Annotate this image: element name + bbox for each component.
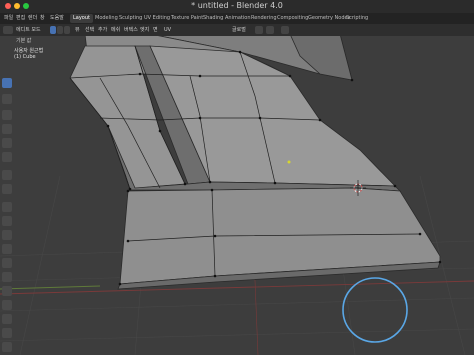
face-select-icon[interactable] [64,26,70,34]
transform-orientation-dropdown[interactable]: 글로벌 [232,24,246,36]
transform-tool-icon[interactable] [2,152,12,162]
mode-selector[interactable]: 에디트 모드 [16,24,41,36]
menu-mesh[interactable]: 메쉬 [111,24,120,36]
viewport-header: 에디트 모드 뷰 선택 추가 메쉬 버텍스 엣지 면 UV 글로벌 [0,24,474,36]
circle-select-brush [342,277,408,343]
proportional-editing-icon[interactable] [281,26,289,34]
tab-scripting[interactable]: Scripting [343,14,371,23]
menu-view[interactable]: 뷰 [75,24,80,36]
menu-face[interactable]: 면 [153,24,158,36]
menu-uv[interactable]: UV [164,24,171,36]
snap-icon[interactable] [266,26,274,34]
poly-build-tool-icon[interactable] [2,272,12,282]
spin-tool-icon[interactable] [2,286,12,296]
window-titlebar: * untitled - Blender 4.0 [0,0,474,14]
vertex-select-icon[interactable] [50,26,56,34]
window-title: * untitled - Blender 4.0 [191,1,283,10]
select-box-tool-icon[interactable] [2,78,12,88]
cursor-tool-icon[interactable] [2,94,12,104]
rotate-tool-icon[interactable] [2,124,12,134]
object-name-label: (1) Cube [14,54,36,60]
scale-tool-icon[interactable] [2,138,12,148]
measure-tool-icon[interactable] [2,184,12,194]
loop-cut-tool-icon[interactable] [2,244,12,254]
menu-render[interactable]: 렌더 [28,13,37,24]
menu-edge[interactable]: 엣지 [140,24,149,36]
knife-tool-icon[interactable] [2,258,12,268]
menu-vertex[interactable]: 버텍스 [124,24,138,36]
3d-viewport[interactable] [0,36,474,355]
edge-select-icon[interactable] [57,26,63,34]
menu-select[interactable]: 선택 [85,24,94,36]
object-origin-icon [287,160,291,164]
shrink-fatten-tool-icon[interactable] [2,328,12,338]
tab-layout[interactable]: Layout [70,14,93,23]
annotate-tool-icon[interactable] [2,170,12,180]
inset-tool-icon[interactable] [2,216,12,226]
editor-type-button[interactable] [3,26,13,34]
move-tool-icon[interactable] [2,110,12,120]
top-menubar: 파일 편집 렌더 창 도움말 Layout Modeling Sculpting… [0,13,474,24]
extrude-tool-icon[interactable] [2,202,12,212]
y-axis-line [0,285,101,290]
menu-help[interactable]: 도움말 [50,13,64,24]
menu-edit[interactable]: 편집 [16,13,25,24]
mesh-object[interactable] [69,36,441,290]
view-name-label: 사용자 원근법 [14,48,44,54]
pivot-point-icon[interactable] [255,26,263,34]
edge-slide-tool-icon[interactable] [2,314,12,324]
menu-add[interactable]: 추가 [98,24,107,36]
menu-file[interactable]: 파일 [4,13,13,24]
menu-window[interactable]: 창 [40,13,45,24]
tool-shelf [0,38,14,352]
shear-tool-icon[interactable] [2,342,12,352]
x-axis-line [0,280,474,295]
bevel-tool-icon[interactable] [2,230,12,240]
smooth-tool-icon[interactable] [2,300,12,310]
